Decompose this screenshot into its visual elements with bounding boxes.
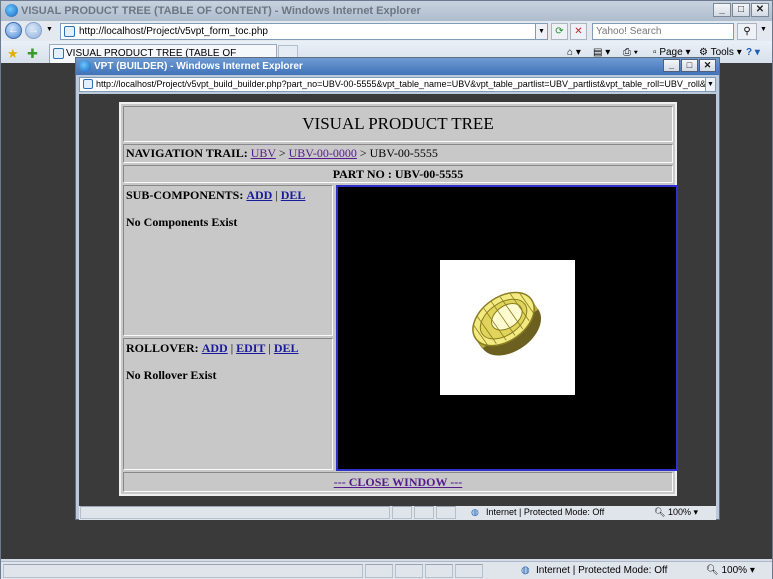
no-components-text: No Components Exist (126, 215, 238, 229)
sub-add-link[interactable]: ADD (246, 188, 272, 202)
popup-content-area: VISUAL PRODUCT TREE NAVIGATION TRAIL: UB… (79, 94, 716, 506)
stop-button[interactable]: ✕ (570, 23, 587, 40)
popup-status-bar: ◍ Internet | Protected Mode: Off 🔍︎ 100%… (79, 506, 716, 520)
address-bar[interactable]: http://localhost/Project/v5vpt_form_toc.… (60, 23, 548, 40)
popup-ie-logo-icon (79, 60, 91, 72)
status-segment (3, 564, 363, 578)
vpt-table: VISUAL PRODUCT TREE NAVIGATION TRAIL: UB… (119, 102, 678, 496)
vpt-heading: VISUAL PRODUCT TREE (123, 106, 673, 142)
rollover-edit-link[interactable]: EDIT (236, 341, 265, 355)
popup-address-url: http://localhost/Project/v5vpt_build_bui… (96, 79, 716, 89)
rollover-panel: ROLLOVER: ADD | EDIT | DEL No Rollover E… (123, 338, 333, 470)
rollover-label: ROLLOVER: (126, 341, 199, 355)
popup-title-bar: VPT (BUILDER) - Windows Internet Explore… (76, 58, 719, 75)
popup-zoom-level: 100% (667, 507, 691, 517)
address-dropdown-icon[interactable]: ▼ (535, 24, 547, 39)
search-input[interactable]: Yahoo! Search (592, 23, 734, 40)
help-icon[interactable]: ? ▾ (746, 45, 760, 61)
address-url: http://localhost/Project/v5vpt_form_toc.… (79, 26, 268, 37)
sub-components-label: SUB-COMPONENTS: (126, 188, 244, 202)
sub-components-panel: SUB-COMPONENTS: ADD | DEL No Components … (123, 185, 333, 336)
main-status-bar: ◍ Internet | Protected Mode: Off 🔍︎ 100%… (1, 561, 772, 579)
add-favorites-icon[interactable]: ✚ (27, 46, 38, 62)
trail-sep: > (359, 146, 367, 160)
forward-button[interactable]: → (25, 22, 42, 39)
popup-address-dropdown-icon[interactable]: ▼ (705, 78, 715, 91)
pipe-separator: | (230, 341, 234, 355)
status-segment (365, 564, 393, 578)
popup-close-button[interactable]: ✕ (699, 59, 716, 72)
trail-link-ubv-00-0000[interactable]: UBV-00-0000 (289, 146, 357, 160)
popup-maximize-button[interactable]: □ (681, 59, 698, 72)
main-window-title: VISUAL PRODUCT TREE (TABLE OF CONTENT) -… (21, 5, 421, 17)
navigation-trail: NAVIGATION TRAIL: UBV > UBV-00-0000 > UB… (123, 144, 673, 163)
part-3d-render (472, 291, 542, 356)
popup-minimize-button[interactable]: _ (663, 59, 680, 72)
history-dropdown-icon[interactable]: ▼ (46, 26, 53, 33)
part-image (440, 260, 575, 395)
zoom-level: 100% (721, 565, 748, 576)
pipe-separator: | (268, 341, 271, 355)
popup-address-bar[interactable]: http://localhost/Project/v5vpt_build_bui… (79, 77, 716, 92)
status-segment (414, 506, 434, 519)
trail-link-ubv[interactable]: UBV (251, 146, 276, 160)
popup-status-zone: Internet | Protected Mode: Off (486, 507, 605, 517)
internet-globe-icon: ◍ (521, 565, 530, 576)
zoom-control[interactable]: 🔍︎ 100% ▾ (706, 563, 755, 579)
favorites-star-icon[interactable]: ★ (7, 46, 19, 62)
close-window-link[interactable]: --- CLOSE WINDOW --- (334, 475, 463, 489)
pipe-separator: | (275, 188, 278, 202)
refresh-button[interactable]: ⟳ (551, 23, 568, 40)
part-number: PART NO : UBV-00-5555 (123, 165, 673, 183)
status-zone: Internet | Protected Mode: Off (536, 565, 668, 576)
main-title-bar: VISUAL PRODUCT TREE (TABLE OF CONTENT) -… (1, 1, 772, 21)
sub-del-link[interactable]: DEL (281, 188, 306, 202)
nav-trail-label: NAVIGATION TRAIL: (126, 146, 248, 160)
popup-page-icon (83, 79, 93, 89)
rollover-add-link[interactable]: ADD (202, 341, 228, 355)
trail-current: UBV-00-5555 (369, 146, 438, 160)
ie-logo-icon (5, 4, 18, 17)
status-segment (395, 564, 423, 578)
back-button[interactable]: ← (5, 22, 22, 39)
status-segment (455, 564, 483, 578)
popup-title: VPT (BUILDER) - Windows Internet Explore… (94, 61, 303, 72)
search-dropdown-icon[interactable]: ▼ (760, 26, 767, 33)
part-image-viewer (336, 185, 678, 471)
status-segment (392, 506, 412, 519)
popup-window: VPT (BUILDER) - Windows Internet Explore… (75, 57, 720, 520)
minimize-button[interactable]: _ (713, 3, 731, 17)
search-icon[interactable]: ⚲ (737, 23, 757, 40)
popup-zoom-control[interactable]: 🔍︎ 100% ▾ (654, 506, 698, 519)
close-window-cell: --- CLOSE WINDOW --- (123, 472, 673, 492)
tab-page-icon (53, 48, 64, 59)
no-rollover-text: No Rollover Exist (126, 368, 217, 382)
popup-globe-icon: ◍ (471, 507, 479, 517)
close-button[interactable]: ✕ (751, 3, 769, 17)
status-segment (436, 506, 456, 519)
maximize-button[interactable]: □ (732, 3, 750, 17)
rollover-del-link[interactable]: DEL (274, 341, 299, 355)
status-segment (80, 506, 390, 519)
status-segment (425, 564, 453, 578)
trail-sep: > (278, 146, 286, 160)
page-icon (64, 26, 75, 37)
